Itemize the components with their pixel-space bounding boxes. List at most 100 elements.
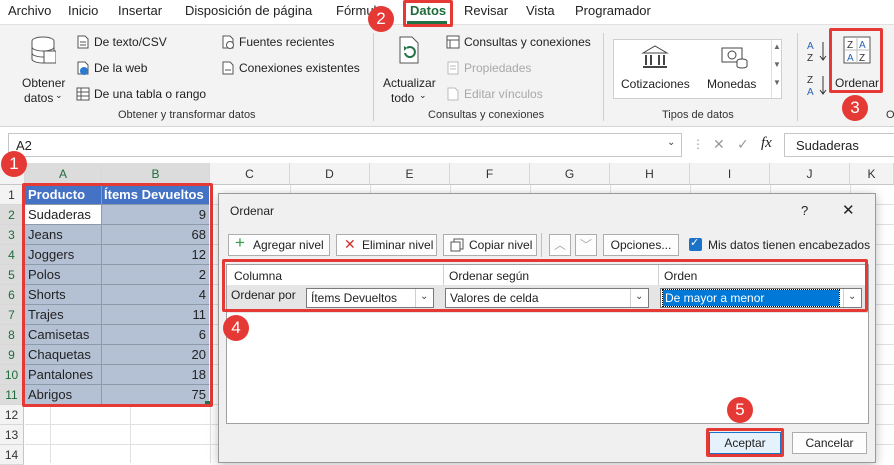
menu-programador[interactable]: Programador — [575, 3, 651, 18]
obtener-datos-label: Obtener — [22, 76, 66, 90]
chevron-up-icon: ︿ — [553, 238, 566, 252]
step-badge: 2 — [368, 6, 394, 32]
formula-input[interactable]: Sudaderas — [784, 133, 894, 157]
group-label-tipos: Tipos de datos — [662, 109, 734, 121]
propiedades-label: Propiedades — [464, 61, 532, 75]
help-button[interactable]: ? — [801, 203, 808, 218]
highlight-datos-tab — [403, 0, 453, 27]
svg-text:Z: Z — [807, 75, 813, 86]
consultas-conexiones-label: Consultas y conexiones — [464, 35, 591, 49]
column-header[interactable]: B — [102, 163, 210, 185]
row-header[interactable]: 9 — [0, 345, 24, 365]
column-header[interactable]: J — [770, 163, 850, 185]
copy-level-button[interactable]: Copiar nivel — [443, 234, 537, 256]
row-header[interactable]: 7 — [0, 305, 24, 325]
svg-text:Z: Z — [807, 53, 813, 63]
row-header[interactable]: 4 — [0, 245, 24, 265]
column-header[interactable]: D — [290, 163, 370, 185]
copy-icon — [450, 238, 464, 252]
add-level-button[interactable]: + Agregar nivel — [228, 233, 330, 256]
has-headers-label: Mis datos tienen encabezados — [708, 238, 871, 252]
row-header[interactable]: 6 — [0, 285, 24, 305]
x-icon: ✕ — [344, 236, 356, 252]
delete-level-button[interactable]: ✕ Eliminar nivel — [336, 234, 437, 256]
options-button[interactable]: Opciones... — [603, 234, 679, 256]
menu-disposicion[interactable]: Disposición de página — [185, 3, 312, 18]
column-header[interactable]: E — [370, 163, 450, 185]
gallery-scroll[interactable]: ▲ ▼ ▼ — [771, 40, 782, 98]
column-header[interactable]: A — [25, 163, 102, 185]
row-header[interactable]: 3 — [0, 225, 24, 245]
table-icon — [76, 87, 90, 101]
menu-vista[interactable]: Vista — [526, 3, 555, 18]
fx-icon[interactable]: fx — [761, 135, 772, 152]
row-header[interactable]: 14 — [0, 445, 24, 465]
name-box-value: A2 — [16, 138, 32, 153]
highlight-ok — [706, 428, 784, 457]
recent-sources-icon — [222, 35, 234, 49]
column-header[interactable]: C — [210, 163, 290, 185]
row-header[interactable]: 13 — [0, 425, 24, 445]
highlight-table — [22, 183, 213, 407]
step-badge: 5 — [727, 397, 753, 423]
sort-za-icon[interactable]: Z A — [807, 73, 829, 97]
row-header[interactable]: 11 — [0, 385, 24, 405]
column-header[interactable]: I — [690, 163, 770, 185]
menu-insertar[interactable]: Insertar — [118, 3, 162, 18]
cancel-icon[interactable]: ✕ — [713, 136, 725, 153]
row-header[interactable]: 12 — [0, 405, 24, 425]
move-up-button[interactable]: ︿ — [549, 234, 571, 256]
chevron-down-icon: ⌄ — [419, 90, 427, 100]
obtener-datos-button[interactable]: Obtener datos ⌄ — [14, 33, 72, 105]
editar-vinculos-label: Editar vínculos — [464, 87, 543, 101]
actualizar-todo-button[interactable]: Actualizar todo ⌄ — [380, 33, 440, 105]
queries-icon — [446, 35, 460, 49]
chevron-down-icon: ﹀ — [579, 238, 592, 252]
highlight-sort-level — [222, 259, 868, 312]
data-types-gallery: Cotizaciones Monedas ▲ ▼ ▼ — [613, 39, 782, 99]
copy-level-label: Copiar nivel — [469, 238, 533, 252]
column-header[interactable]: K — [850, 163, 894, 185]
currency-icon — [721, 47, 748, 69]
check-icon: ✓ — [690, 237, 700, 249]
row-header[interactable]: 10 — [0, 365, 24, 385]
cotizaciones-label: Cotizaciones — [621, 77, 690, 91]
row-header[interactable]: 1 — [0, 185, 24, 205]
menu-archivo[interactable]: Archivo — [8, 3, 51, 18]
bank-icon — [641, 45, 669, 68]
chevron-down-icon[interactable]: ⌄ — [667, 137, 675, 148]
de-texto-label: De texto/CSV — [94, 35, 167, 49]
close-button[interactable]: ✕ — [842, 201, 855, 219]
has-headers-checkbox[interactable]: ✓ — [689, 237, 702, 251]
toolbar-separator — [541, 233, 542, 257]
text-file-icon — [77, 35, 89, 49]
group-label-ordenar: O — [886, 109, 894, 121]
delete-level-label: Eliminar nivel — [362, 238, 434, 252]
chevron-down-icon: ⌄ — [55, 90, 63, 100]
conexiones-existentes-label: Conexiones existentes — [239, 61, 360, 75]
step-badge: 4 — [223, 315, 249, 341]
step-badge: 3 — [842, 95, 868, 121]
obtener-datos-label2: datos — [24, 91, 54, 105]
actualizar-label: Actualizar — [383, 76, 436, 90]
column-header[interactable]: H — [610, 163, 690, 185]
row-header[interactable]: 5 — [0, 265, 24, 285]
check-icon[interactable]: ✓ — [737, 136, 749, 153]
existing-connections-icon — [222, 61, 234, 75]
cotizaciones-button[interactable]: Cotizaciones — [614, 40, 696, 98]
menu-inicio[interactable]: Inicio — [68, 3, 98, 18]
more-icon: ⋮ — [692, 137, 704, 151]
step-badge: 1 — [1, 151, 27, 177]
monedas-label: Monedas — [707, 77, 757, 91]
name-box[interactable]: A2 ⌄ — [8, 133, 682, 157]
column-header[interactable]: G — [530, 163, 610, 185]
sort-az-icon[interactable]: A Z — [807, 39, 829, 63]
menu-revisar[interactable]: Revisar — [464, 3, 508, 18]
move-down-button[interactable]: ﹀ — [575, 234, 597, 256]
column-header[interactable]: F — [450, 163, 530, 185]
cancel-button[interactable]: Cancelar — [792, 432, 867, 454]
monedas-button[interactable]: Monedas — [698, 40, 770, 98]
row-header[interactable]: 2 — [0, 205, 24, 225]
de-tabla-label: De una tabla o rango — [94, 87, 207, 101]
row-header[interactable]: 8 — [0, 325, 24, 345]
